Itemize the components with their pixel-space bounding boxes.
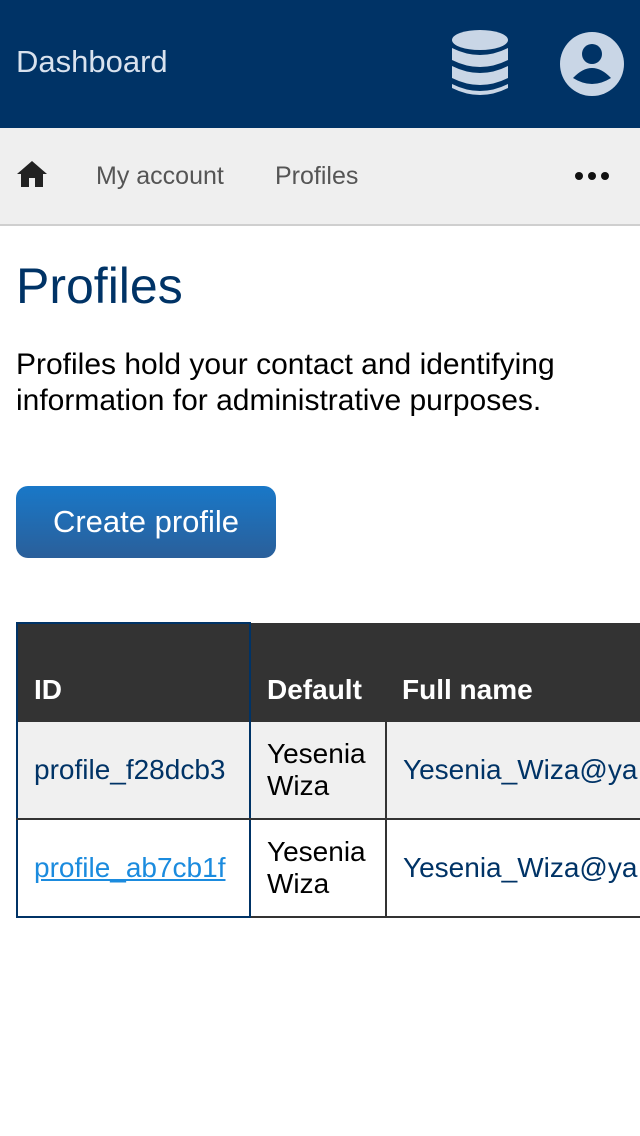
table-row: profile_f28dcb3 Yesenia Wiza Yesenia_Wiz… [16, 720, 640, 820]
table-header-row: ID Default Full name [16, 622, 640, 721]
nav-my-account[interactable]: My account [96, 161, 224, 191]
nav-profiles[interactable]: Profiles [275, 161, 358, 191]
full-name-cell: Yesenia_Wiza@ya [385, 818, 640, 918]
app-title[interactable]: Dashboard [16, 44, 168, 80]
top-app-bar: Dashboard [0, 0, 640, 128]
page-description: Profiles hold your contact and identifyi… [16, 348, 555, 417]
profile-id-link[interactable]: profile_f28dcb3 [34, 754, 225, 785]
column-header-default[interactable]: Default [250, 623, 386, 721]
breadcrumb-nav: My account Profiles [0, 128, 640, 226]
full-name-text: Yesenia_Wiza@ya [403, 754, 638, 785]
full-name-cell: Yesenia_Wiza@ya [385, 720, 640, 820]
full-name-text: Yesenia_Wiza@ya [403, 852, 638, 883]
column-header-full-name[interactable]: Full name [386, 623, 640, 721]
default-cell: Yesenia Wiza [249, 720, 387, 820]
database-icon[interactable] [452, 30, 508, 98]
user-account-icon[interactable] [560, 32, 624, 96]
column-header-id[interactable]: ID [16, 622, 251, 721]
profile-id-cell: profile_ab7cb1f [16, 818, 251, 918]
more-dots-icon[interactable] [575, 171, 609, 181]
create-profile-button[interactable]: Create profile [16, 486, 276, 558]
profile-id-link[interactable]: profile_ab7cb1f [34, 852, 225, 883]
default-cell: Yesenia Wiza [249, 818, 387, 918]
profiles-table: ID Default Full name profile_f28dcb3 Yes… [16, 622, 640, 922]
page-title: Profiles [16, 258, 183, 314]
profile-id-cell: profile_f28dcb3 [16, 720, 251, 820]
table-row: profile_ab7cb1f Yesenia Wiza Yesenia_Wiz… [16, 818, 640, 918]
home-icon[interactable] [16, 158, 48, 190]
